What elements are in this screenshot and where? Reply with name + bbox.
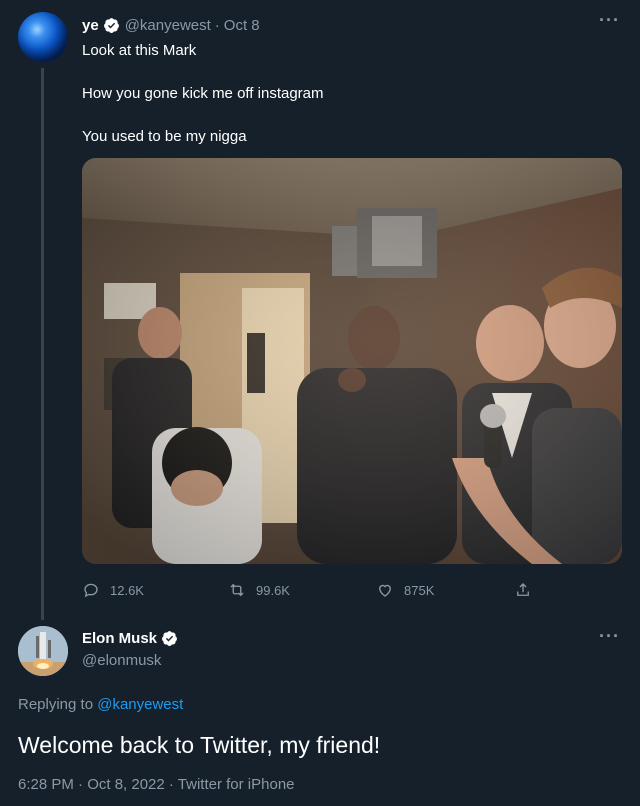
tweet-line: How you gone kick me off instagram xyxy=(82,85,324,102)
more-icon[interactable]: ··· xyxy=(599,10,620,31)
replying-to: Replying to @kanyewest xyxy=(18,696,183,713)
tweet-date[interactable]: Oct 8 xyxy=(224,17,260,34)
author-name[interactable]: Elon Musk xyxy=(82,630,157,647)
tweet-meta[interactable]: 6:28 PM · Oct 8, 2022 · Twitter for iPho… xyxy=(18,776,295,793)
verified-icon xyxy=(103,17,119,33)
tweet-line: Look at this Mark xyxy=(82,42,197,59)
verified-icon xyxy=(162,631,177,646)
like-count: 875K xyxy=(404,582,435,598)
avatar[interactable] xyxy=(18,12,68,62)
author-handle[interactable]: @elonmusk xyxy=(82,652,161,669)
thread-connector-line xyxy=(41,68,44,620)
reply-tweet: Elon Musk @elonmusk ··· Replying to @kan… xyxy=(0,618,640,806)
tweet-header: Elon Musk xyxy=(82,630,178,647)
tweet-actions: 12.6K 99.6K 875K xyxy=(82,578,542,602)
avatar-rocket-image xyxy=(18,626,68,676)
reply-icon xyxy=(84,583,98,598)
like-button[interactable]: 875K xyxy=(376,578,434,602)
avatar[interactable] xyxy=(18,626,68,676)
tweet-photo[interactable] xyxy=(82,158,622,564)
photo-illustration xyxy=(82,158,622,564)
share-icon xyxy=(517,583,529,596)
author-name[interactable]: ye xyxy=(82,17,99,34)
tweet-line: You used to be my nigga xyxy=(82,128,247,145)
author-handle[interactable]: @kanyewest xyxy=(125,17,211,34)
retweet-button[interactable]: 99.6K xyxy=(228,578,290,602)
separator-dot: · xyxy=(214,16,220,34)
like-icon xyxy=(379,584,391,597)
reply-count: 12.6K xyxy=(110,582,144,598)
original-tweet: ye @kanyewest · Oct 8 ··· Look at this M… xyxy=(0,0,640,620)
tweet-header: ye @kanyewest · Oct 8 xyxy=(82,14,260,36)
share-button[interactable] xyxy=(514,578,542,602)
retweet-icon xyxy=(230,583,244,597)
retweet-count: 99.6K xyxy=(256,582,290,598)
tweet-body: Look at this Mark How you gone kick me o… xyxy=(82,40,612,169)
tweet-body: Welcome back to Twitter, my friend! xyxy=(18,732,381,758)
replying-prefix: Replying to xyxy=(18,696,94,713)
reply-button[interactable]: 12.6K xyxy=(82,578,144,602)
more-icon[interactable]: ··· xyxy=(599,626,620,647)
mention-link[interactable]: @kanyewest xyxy=(97,696,183,713)
